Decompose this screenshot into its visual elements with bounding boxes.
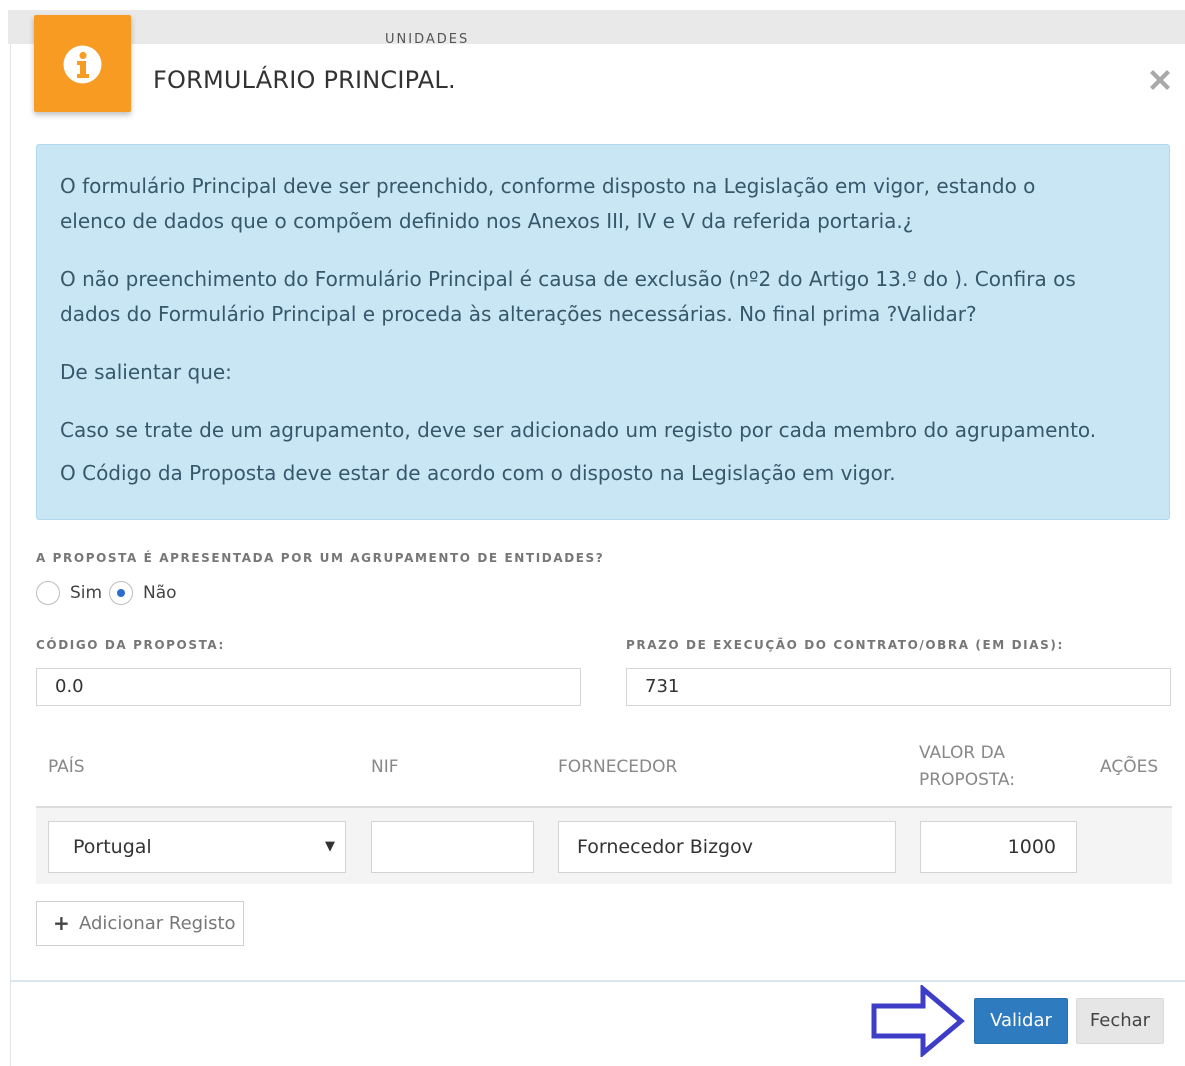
country-select[interactable]: Portugal ▼ [48, 821, 346, 873]
column-header-acoes: AÇÕES [1100, 757, 1159, 777]
footer-divider [10, 980, 1185, 982]
info-alert: O formulário Principal deve ser preenchi… [36, 144, 1170, 520]
radio-sim-label: Sim [70, 583, 103, 603]
nif-input[interactable] [371, 821, 534, 873]
annotation-arrow-icon [871, 985, 965, 1057]
column-header-pais: PAÍS [48, 757, 85, 777]
code-label: CÓDIGO DA PROPOSTA: [36, 638, 225, 652]
modal-title: FORMULÁRIO PRINCIPAL. [153, 66, 456, 94]
proposal-value-input[interactable]: 1000 [920, 821, 1077, 873]
deadline-input[interactable]: 731 [626, 668, 1171, 706]
alert-text-line: O não preenchimento do Formulário Princi… [60, 267, 1076, 291]
dropdown-arrow-icon: ▼ [325, 839, 335, 854]
alert-text-line: Caso se trate de um agrupamento, deve se… [60, 418, 1097, 442]
deadline-label: PRAZO DE EXECUÇÃO DO CONTRATO/OBRA (EM D… [626, 638, 1064, 652]
column-header-fornecedor: FORNECEDOR [558, 757, 678, 777]
alert-text-line: elenco de dados que o compõem definido n… [60, 209, 914, 233]
background-partial-text: UNIDADES [385, 32, 470, 43]
info-icon [63, 45, 102, 84]
country-select-value: Portugal [73, 836, 152, 858]
background-page-strip [8, 10, 1185, 44]
column-header-valor-line2: PROPOSTA: [919, 770, 1015, 790]
radio-sim[interactable] [36, 581, 60, 605]
close-button[interactable]: Fechar [1076, 998, 1164, 1044]
validate-button[interactable]: Validar [974, 998, 1068, 1044]
column-header-nif: NIF [371, 757, 399, 777]
plus-icon: + [53, 911, 70, 935]
add-record-label: Adicionar Registo [79, 913, 236, 934]
radio-nao[interactable] [109, 581, 133, 605]
alert-text-line: O formulário Principal deve ser preenchi… [60, 174, 1036, 198]
close-icon[interactable] [1144, 64, 1176, 96]
add-record-button[interactable]: + Adicionar Registo [36, 901, 244, 946]
alert-text-line: De salientar que: [60, 360, 232, 384]
code-input[interactable]: 0.0 [36, 668, 581, 706]
alert-text-line: O Código da Proposta deve estar de acord… [60, 461, 896, 485]
supplier-input[interactable]: Fornecedor Bizgov [558, 821, 896, 873]
radio-nao-label: Não [143, 583, 177, 603]
alert-text-line: dados do Formulário Principal e proceda … [60, 302, 977, 326]
info-badge [34, 15, 131, 112]
grouping-question-label: A PROPOSTA É APRESENTADA POR UM AGRUPAME… [36, 551, 605, 565]
column-header-valor-line1: VALOR DA [919, 743, 1006, 763]
